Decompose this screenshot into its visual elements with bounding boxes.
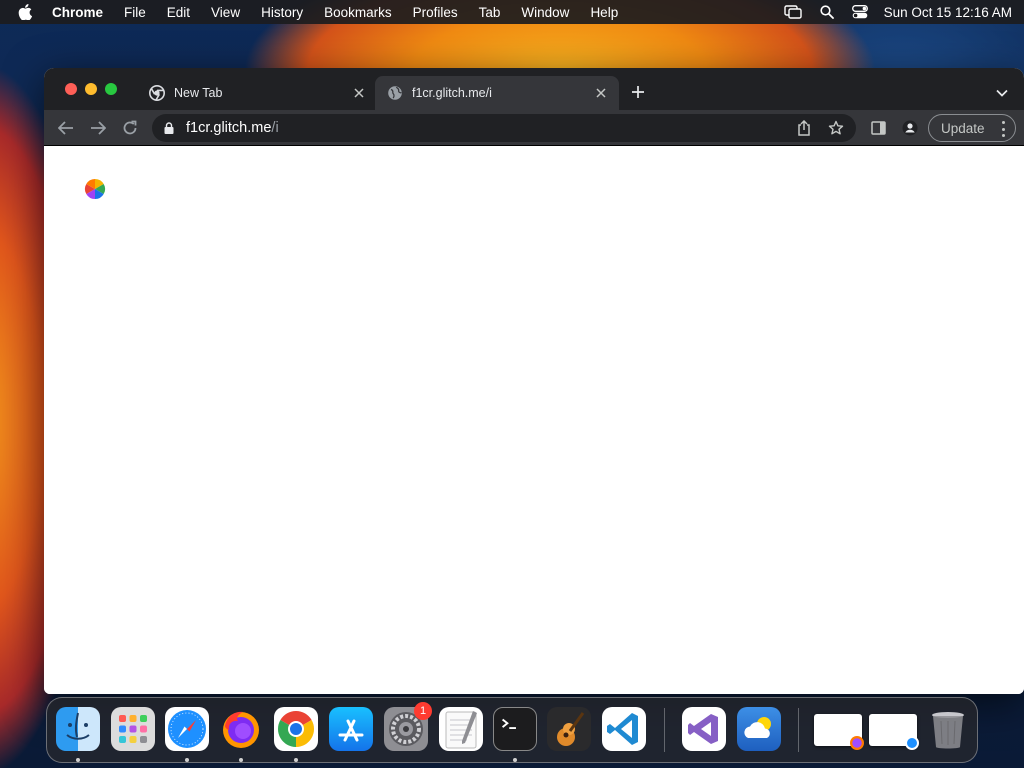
running-indicator: [294, 758, 298, 762]
chrome-icon: [149, 85, 165, 101]
vscode-icon[interactable]: [602, 707, 646, 751]
menu-history[interactable]: History: [261, 5, 303, 20]
minimized-window-safari[interactable]: [869, 714, 919, 750]
firefox-icon[interactable]: [219, 707, 263, 751]
tab-active-page[interactable]: f1cr.glitch.me/i: [375, 76, 619, 110]
running-indicator: [185, 758, 189, 762]
address-bar[interactable]: f1cr.glitch.me/i: [152, 114, 856, 142]
launchpad-icon[interactable]: [111, 707, 155, 751]
tab-title: New Tab: [174, 86, 223, 100]
menu-bar: Chrome File Edit View History Bookmarks …: [0, 0, 1024, 24]
page-content: [44, 147, 1024, 694]
menu-tab[interactable]: Tab: [479, 5, 501, 20]
menu-app-name[interactable]: Chrome: [52, 5, 103, 20]
menu-view[interactable]: View: [211, 5, 240, 20]
dock-separator: [798, 708, 799, 752]
chrome-window: New Tab f1cr.glitch.me/i f1cr.glitch.me …: [44, 68, 1024, 694]
tab-search-chevron-icon[interactable]: [994, 85, 1010, 101]
zoom-window-button[interactable]: [105, 83, 117, 95]
tab-title: f1cr.glitch.me/i: [412, 86, 492, 100]
kebab-menu-icon[interactable]: [1002, 121, 1006, 137]
finder-icon[interactable]: [56, 707, 100, 751]
close-tab-icon[interactable]: [593, 85, 609, 101]
back-arrow-icon[interactable]: [57, 119, 75, 137]
side-panel-icon[interactable]: [869, 119, 887, 137]
weather-icon[interactable]: [737, 707, 781, 751]
chrome-icon[interactable]: [274, 707, 318, 751]
browser-toolbar: f1cr.glitch.me/i Update: [44, 110, 1024, 146]
close-window-button[interactable]: [65, 83, 77, 95]
window-controls: [65, 83, 125, 95]
control-center-icon[interactable]: [851, 5, 868, 19]
close-tab-icon[interactable]: [351, 85, 367, 101]
profile-avatar-icon[interactable]: [901, 119, 919, 137]
safari-icon[interactable]: [165, 707, 209, 751]
globe-icon: [387, 85, 403, 101]
running-indicator: [513, 758, 517, 762]
share-icon[interactable]: [795, 119, 813, 137]
running-indicator: [76, 758, 80, 762]
app-store-icon[interactable]: [329, 707, 373, 751]
tab-strip: New Tab f1cr.glitch.me/i: [44, 68, 1024, 110]
garageband-icon[interactable]: [547, 707, 591, 751]
spotlight-search-icon[interactable]: [820, 5, 834, 19]
reload-icon[interactable]: [121, 119, 139, 137]
safari-mini-icon: [905, 736, 919, 750]
menu-help[interactable]: Help: [590, 5, 618, 20]
minimize-window-button[interactable]: [85, 83, 97, 95]
screen-mirroring-icon[interactable]: [783, 5, 802, 19]
menu-bookmarks[interactable]: Bookmarks: [324, 5, 392, 20]
url-path: /i: [271, 120, 279, 136]
menu-edit[interactable]: Edit: [167, 5, 190, 20]
loading-spinner-icon: [84, 178, 106, 200]
terminal-icon[interactable]: [493, 707, 537, 751]
menubar-status-area: Sun Oct 15 12:16 AM: [766, 5, 1012, 20]
bookmark-star-icon[interactable]: [827, 119, 845, 137]
update-chrome-button[interactable]: Update: [928, 114, 1016, 142]
menubar-clock[interactable]: Sun Oct 15 12:16 AM: [884, 5, 1012, 20]
apple-menu-icon[interactable]: [18, 4, 34, 20]
update-label: Update: [941, 120, 985, 136]
minimized-window-firefox[interactable]: [814, 714, 864, 750]
textedit-icon[interactable]: [439, 707, 483, 751]
tab-new-tab[interactable]: New Tab: [137, 76, 377, 110]
url-host: f1cr.glitch.me: [186, 120, 272, 136]
dock-separator: [664, 708, 665, 752]
notification-badge: 1: [414, 702, 432, 720]
visual-studio-icon[interactable]: [682, 707, 726, 751]
firefox-mini-icon: [850, 736, 864, 750]
lock-icon[interactable]: [164, 121, 176, 135]
menu-file[interactable]: File: [124, 5, 146, 20]
menu-window[interactable]: Window: [521, 5, 569, 20]
forward-arrow-icon[interactable]: [89, 119, 107, 137]
new-tab-plus-icon[interactable]: [629, 83, 647, 101]
trash-icon[interactable]: [926, 707, 970, 751]
running-indicator: [239, 758, 243, 762]
menu-profiles[interactable]: Profiles: [413, 5, 458, 20]
dock: 1: [46, 697, 978, 763]
